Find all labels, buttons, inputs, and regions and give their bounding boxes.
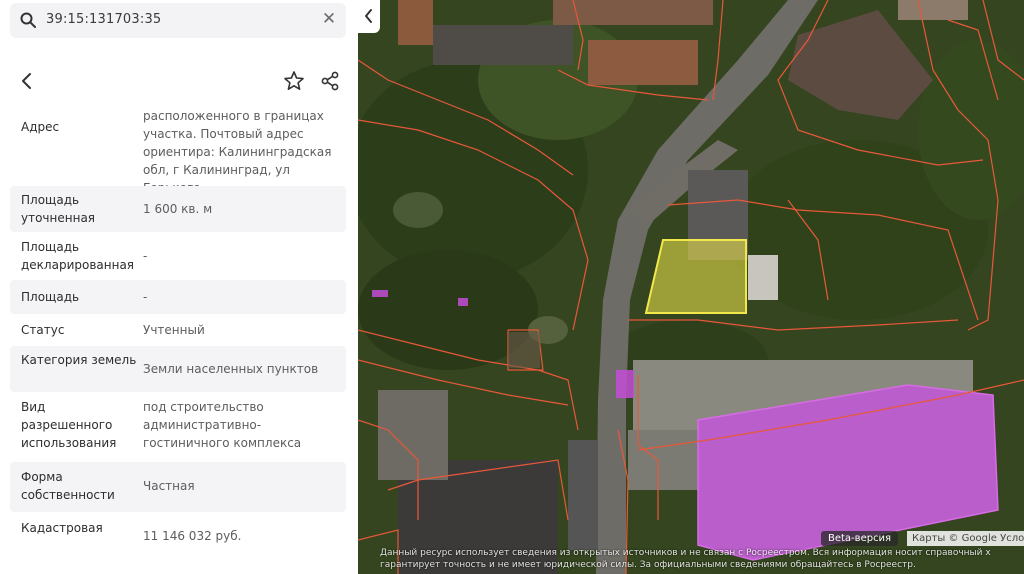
property-row-area-refined: Площадь уточненная 1 600 кв. м: [10, 186, 346, 232]
property-label: Категория земель: [21, 353, 137, 367]
beta-badge: Beta-версия: [821, 531, 899, 546]
property-label: Кадастровая: [21, 521, 103, 535]
property-label: Статус: [21, 323, 65, 337]
search-icon[interactable]: [20, 12, 36, 28]
star-icon: [284, 71, 304, 91]
search-input[interactable]: 39:15:131703:35: [46, 12, 161, 27]
share-icon: [321, 71, 339, 91]
close-icon[interactable]: ✕: [320, 10, 338, 28]
property-row-address: Адрес расположенного в границах участка.…: [10, 108, 346, 195]
back-button[interactable]: [16, 69, 42, 95]
property-value: 1 600 кв. м: [143, 202, 213, 216]
property-value: Частная: [143, 479, 195, 493]
panel-toolbar: [0, 63, 358, 101]
property-label: Форма собственности: [21, 470, 115, 502]
property-value: 11 146 032 руб.: [143, 529, 242, 543]
map-disclaimer: Данный ресурс использует сведения из отк…: [380, 547, 1024, 571]
chevron-left-icon: [365, 9, 372, 23]
property-value: Учтенный: [143, 323, 205, 337]
property-row-status: Статус Учтенный: [10, 314, 346, 346]
property-row-area-declared: Площадь декларированная -: [10, 232, 346, 280]
info-panel: 39:15:131703:35 ✕ Адрес расположенного в…: [0, 0, 358, 574]
map-attribution[interactable]: Карты © Google Усло: [907, 531, 1024, 546]
share-button[interactable]: [319, 69, 341, 93]
property-label: Площадь: [21, 290, 80, 304]
disclaimer-line-2: гарантирует точность и не имеет юридичес…: [380, 560, 916, 570]
property-value: -: [143, 249, 148, 263]
property-value: под строительство административно-гостин…: [143, 400, 302, 450]
chevron-left-icon: [22, 73, 31, 89]
property-list: Адрес расположенного в границах участка.…: [10, 108, 346, 552]
property-row-permitted-use: Вид разрешенного использования под строи…: [10, 392, 346, 462]
favorite-button[interactable]: [283, 69, 305, 93]
collapse-panel-button[interactable]: [358, 0, 380, 33]
satellite-map[interactable]: [358, 0, 1024, 574]
property-row-cadastral-value: Кадастровая 11 146 032 руб.: [10, 512, 346, 552]
map-canvas[interactable]: [358, 0, 1024, 574]
property-label: Адрес: [21, 120, 60, 134]
property-value: -: [143, 290, 148, 304]
property-row-area: Площадь -: [10, 280, 346, 314]
property-value: расположенного в границах участка. Почто…: [143, 109, 332, 195]
property-label: Площадь декларированная: [21, 240, 135, 272]
property-value: Земли населенных пунктов: [143, 362, 319, 376]
property-label: Площадь уточненная: [21, 193, 96, 225]
search-bar[interactable]: 39:15:131703:35 ✕: [10, 3, 346, 38]
property-row-ownership: Форма собственности Частная: [10, 462, 346, 512]
property-label: Вид разрешенного использования: [21, 400, 117, 450]
disclaimer-line-1: Данный ресурс использует сведения из отк…: [380, 548, 991, 558]
property-row-land-category: Категория земель Земли населенных пункто…: [10, 346, 346, 392]
